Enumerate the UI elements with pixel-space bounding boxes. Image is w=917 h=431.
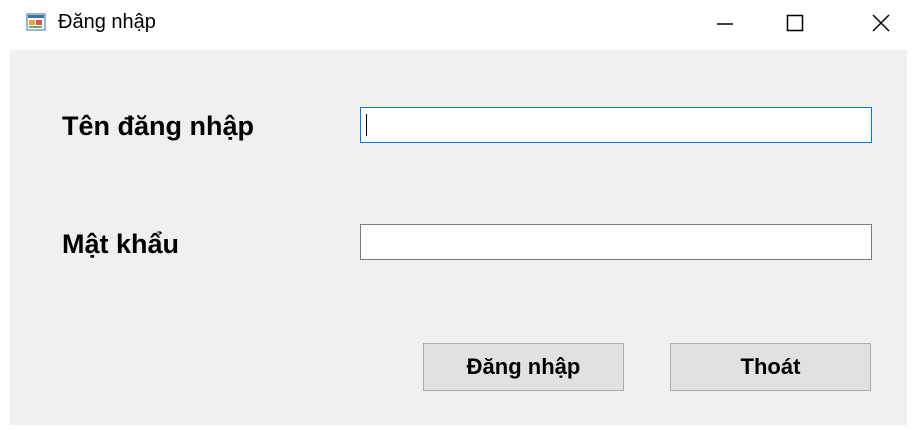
form-client-area: Tên đăng nhập Mật khẩu Đăng nhập Thoát — [10, 50, 907, 425]
minimize-icon — [717, 23, 733, 25]
username-input[interactable] — [360, 107, 872, 143]
maximize-button[interactable] — [767, 0, 823, 46]
password-input[interactable] — [360, 224, 872, 260]
password-label: Mật khẩu — [62, 229, 180, 259]
maximize-icon — [786, 14, 804, 32]
close-button[interactable] — [853, 0, 909, 46]
username-label: Tên đăng nhập — [62, 111, 254, 141]
login-button[interactable]: Đăng nhập — [423, 343, 624, 391]
minimize-button[interactable] — [697, 0, 753, 46]
login-window: Đăng nhập Tên đăng nhập Mật khẩu Đăng nh… — [0, 0, 917, 431]
window-title: Đăng nhập — [58, 11, 156, 33]
title-bar[interactable]: Đăng nhập — [0, 0, 917, 46]
app-icon — [26, 13, 46, 31]
text-caret — [366, 114, 367, 136]
exit-button[interactable]: Thoát — [670, 343, 871, 391]
close-icon — [872, 14, 890, 32]
